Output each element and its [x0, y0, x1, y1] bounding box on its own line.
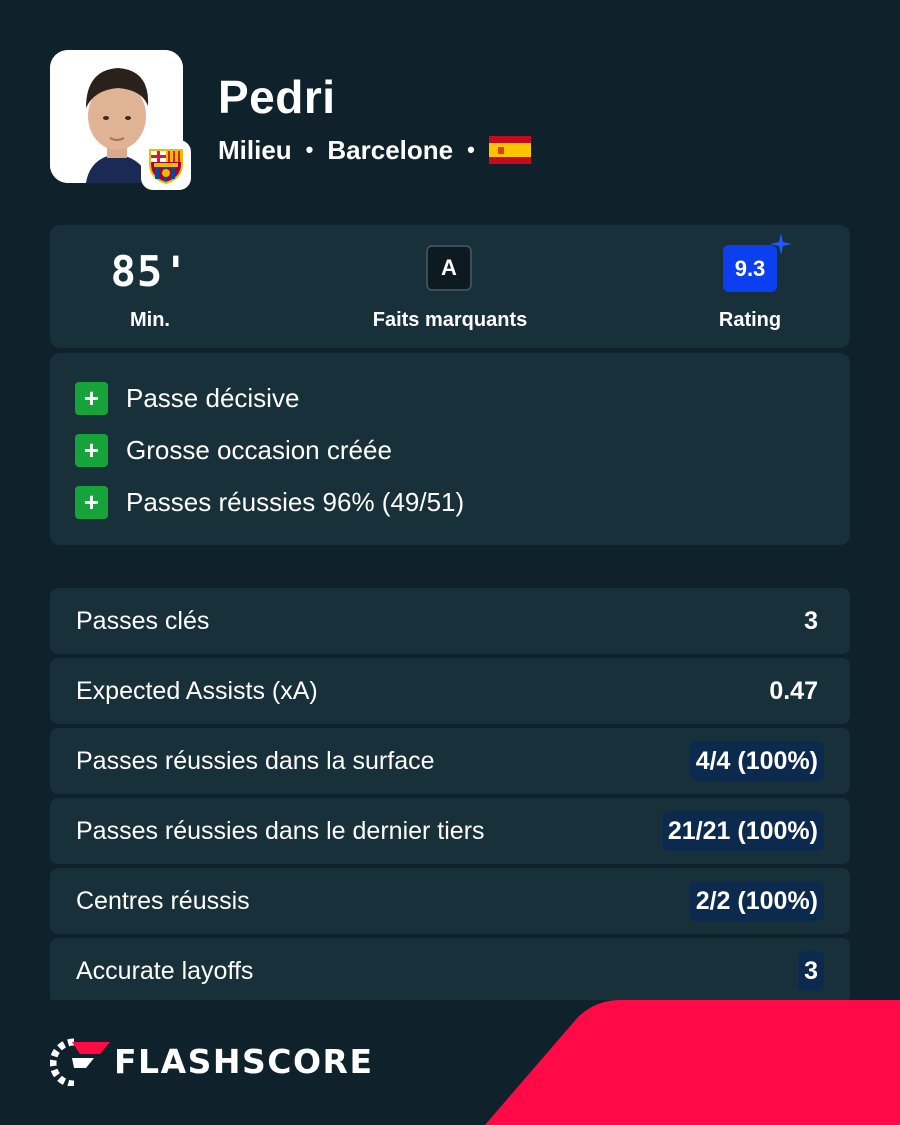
match-summary-card: 85' Min. A Faits marquants 9.3 Rating [50, 225, 850, 348]
highlights-label: Faits marquants [372, 309, 528, 331]
rating-badge: 9.3 [723, 245, 777, 292]
highlight-text: Passe décisive [126, 382, 300, 413]
stat-value: 0.47 [769, 677, 818, 705]
sparkle-star-icon [770, 233, 792, 255]
stat-label: Expected Assists (xA) [76, 677, 318, 705]
stat-row: Passes réussies dans la surface 4/4 (100… [50, 728, 850, 794]
highlights-block[interactable]: A Faits marquants [320, 225, 580, 348]
stat-value: 3 [804, 607, 818, 635]
stat-value: 2/2 (100%) [689, 881, 824, 921]
player-club: Barcelone [327, 134, 454, 165]
stat-value: 21/21 (100%) [661, 811, 824, 851]
stat-label: Passes réussies dans le dernier tiers [76, 817, 485, 845]
highlight-item: + Passes réussies 96% (49/51) [75, 485, 464, 519]
highlight-text: Passes réussies 96% (49/51) [126, 486, 465, 517]
flashscore-brand-text: FLASHSCORE [114, 1042, 374, 1081]
stat-value: 3 [798, 951, 824, 991]
minutes-block: 85' Min. [20, 225, 280, 348]
highlights-letter-icon: A [426, 245, 472, 291]
stat-row: Passes réussies dans le dernier tiers 21… [50, 798, 850, 864]
player-name: Pedri [218, 71, 336, 123]
plus-icon: + [75, 433, 108, 467]
minutes-value: 85' [110, 247, 190, 296]
separator-dot: • [305, 137, 314, 162]
stat-row: Passes clés 3 [50, 588, 850, 654]
stat-row: Centres réussis 2/2 (100%) [50, 868, 850, 934]
highlight-item: + Passe décisive [75, 381, 299, 415]
player-meta: Milieu • Barcelone • [218, 133, 531, 167]
fc-barcelona-badge-icon [149, 149, 183, 184]
highlight-text: Grosse occasion créée [126, 434, 392, 465]
separator-dot: • [467, 137, 475, 162]
stat-value: 4/4 (100%) [689, 741, 824, 781]
stat-label: Passes clés [76, 607, 210, 635]
rating-block: 9.3 Rating [620, 225, 880, 348]
plus-icon: + [75, 381, 108, 415]
stat-label: Passes réussies dans la surface [76, 747, 435, 775]
club-badge [141, 140, 191, 190]
player-position: Milieu [218, 134, 292, 165]
minutes-label: Min. [130, 309, 170, 331]
flashscore-logo-icon [50, 1038, 110, 1086]
plus-icon: + [75, 485, 108, 519]
rating-label: Rating [718, 309, 782, 331]
highlights-card: + Passe décisive + Grosse occasion créée… [50, 353, 850, 545]
stat-row: Expected Assists (xA) 0.47 [50, 658, 850, 724]
highlight-item: + Grosse occasion créée [75, 433, 392, 467]
spain-flag-icon [488, 136, 531, 164]
stat-label: Centres réussis [76, 887, 250, 915]
